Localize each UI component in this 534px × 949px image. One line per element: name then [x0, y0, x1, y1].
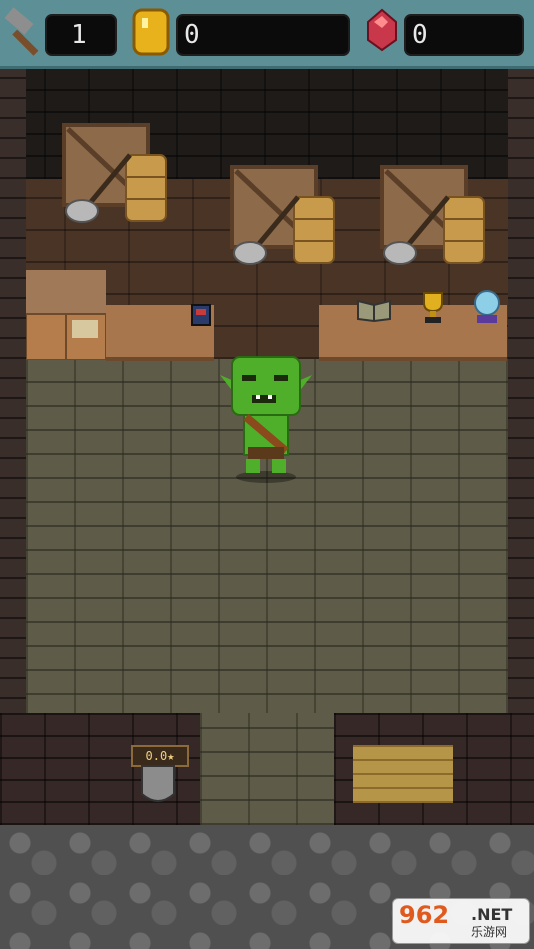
dig-spot-1[interactable]	[60, 121, 172, 227]
trophy-icon[interactable]	[418, 291, 448, 325]
hammer-count: 1	[71, 20, 87, 50]
open-book-icon[interactable]	[356, 297, 392, 323]
goblin-character[interactable]	[218, 353, 314, 483]
gem-count: 0	[412, 20, 428, 50]
gem-counter: 0	[404, 14, 524, 56]
dig-spot-2[interactable]	[228, 163, 340, 269]
entrance-hall[interactable]	[200, 713, 334, 825]
dungeon-room	[0, 69, 534, 719]
cabinet[interactable]	[26, 270, 106, 360]
dig-spot-3[interactable]	[378, 163, 490, 269]
coin-icon[interactable]	[130, 8, 172, 56]
right-wall	[508, 69, 534, 719]
site-watermark: 962 .NET 乐游网	[392, 898, 530, 944]
watermark-main: 962	[399, 901, 450, 929]
watermark-sub: 乐游网	[471, 925, 508, 939]
hammer-counter: 1	[45, 14, 117, 56]
watermark-suffix: .NET	[471, 905, 513, 924]
shield-banner-icon[interactable]	[138, 764, 178, 808]
book-icon[interactable]	[190, 303, 212, 327]
left-wall	[0, 69, 26, 719]
gem-icon[interactable]	[362, 8, 402, 52]
crystal-ball-icon[interactable]	[471, 289, 503, 325]
coin-counter: 0	[176, 14, 350, 56]
coin-count: 0	[184, 20, 200, 50]
wooden-sign[interactable]	[353, 745, 453, 803]
top-hud: 1 0 0	[0, 0, 534, 69]
